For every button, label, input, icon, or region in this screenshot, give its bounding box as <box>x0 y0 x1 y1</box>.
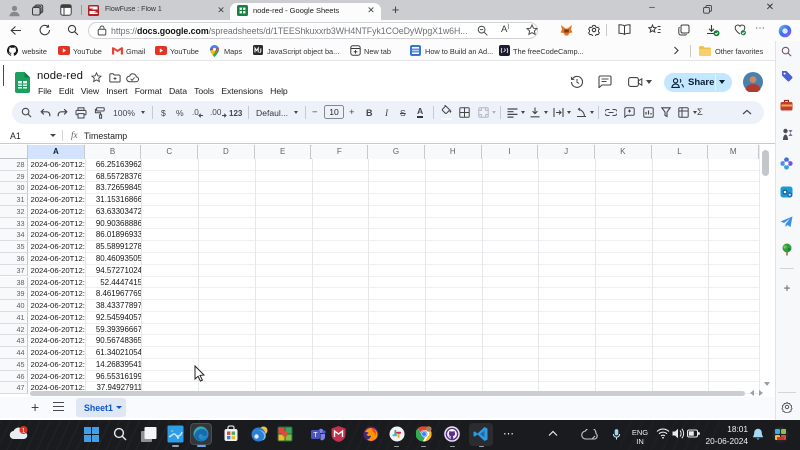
svg-text:1: 1 <box>22 428 26 435</box>
svg-text:T: T <box>313 432 318 439</box>
